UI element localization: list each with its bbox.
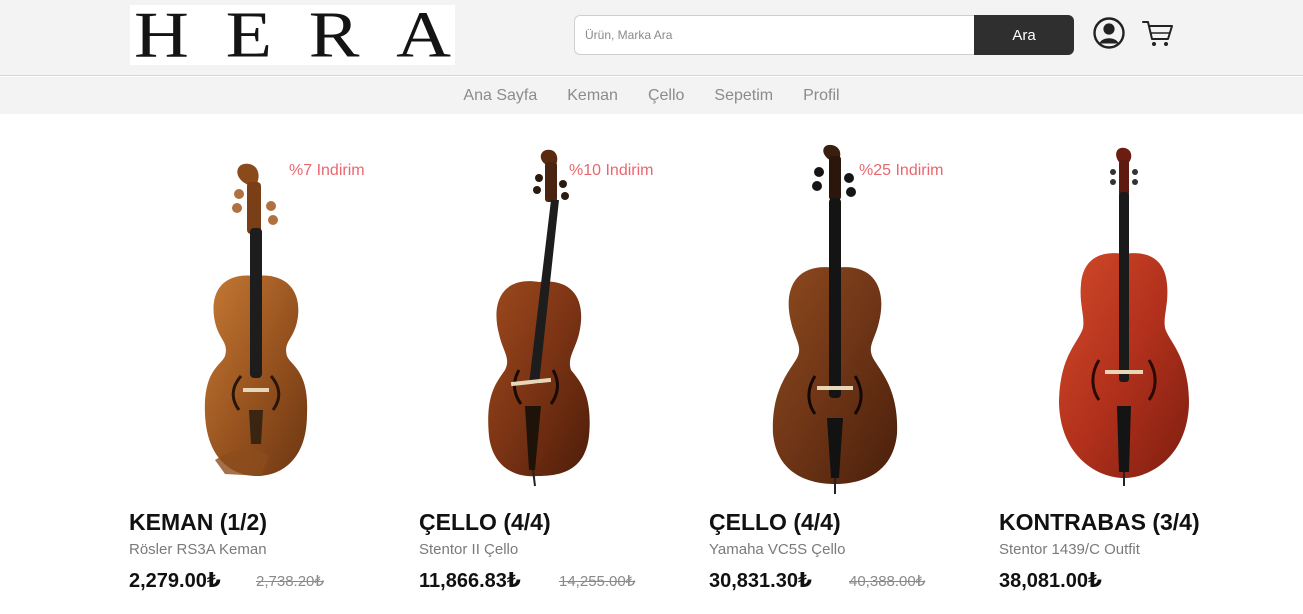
hera-logo[interactable]: H E R A <box>130 0 455 72</box>
product-title[interactable]: ÇELLO (4/4) <box>709 509 841 536</box>
header-bar: H E R A Ara <box>0 0 1303 76</box>
product-subtitle: Stentor II Çello <box>419 541 519 558</box>
nav-link-profile[interactable]: Profil <box>803 87 839 105</box>
product-subtitle: Rösler RS3A Keman <box>129 541 267 558</box>
nav-link-home[interactable]: Ana Sayfa <box>463 87 537 105</box>
cart-icon[interactable] <box>1141 16 1175 50</box>
product-subtitle: Yamaha VC5S Çello <box>709 541 846 558</box>
cello-image[interactable] <box>419 144 679 494</box>
discount-badge: %25 Indirim <box>859 162 944 179</box>
logo-letter: E <box>225 0 273 72</box>
nav-link-keman[interactable]: Keman <box>567 87 618 105</box>
search-input[interactable] <box>574 15 974 55</box>
search-bar: Ara <box>574 15 1074 55</box>
product-grid: %7 Indirim KEMAN (1/2) Rösler RS3A Keman… <box>0 114 1303 614</box>
logo-letter: R <box>308 0 360 72</box>
product-title[interactable]: ÇELLO (4/4) <box>419 509 551 536</box>
product-price: 30,831.30₺ <box>709 570 812 592</box>
double-bass-image[interactable] <box>999 144 1259 494</box>
product-card[interactable]: %10 Indirim ÇELLO (4/4) Stentor II Çello… <box>419 144 679 604</box>
logo-letter: H <box>134 0 189 72</box>
product-card[interactable]: KONTRABAS (3/4) Stentor 1439/C Outfit 38… <box>999 144 1259 604</box>
nav-link-cart[interactable]: Sepetim <box>714 87 773 105</box>
product-card[interactable]: %25 Indirim ÇELLO (4/4) Yamaha VC5S Çell… <box>709 144 969 604</box>
product-price: 2,279.00₺ <box>129 570 221 592</box>
user-icon[interactable] <box>1092 16 1126 50</box>
product-card[interactable]: %7 Indirim KEMAN (1/2) Rösler RS3A Keman… <box>129 144 389 604</box>
discount-badge: %10 Indirim <box>569 162 654 179</box>
product-subtitle: Stentor 1439/C Outfit <box>999 541 1140 558</box>
discount-badge: %7 Indirim <box>289 162 365 179</box>
product-price: 11,866.83₺ <box>419 570 521 592</box>
search-button[interactable]: Ara <box>974 15 1074 55</box>
product-title[interactable]: KONTRABAS (3/4) <box>999 509 1200 536</box>
product-title[interactable]: KEMAN (1/2) <box>129 509 267 536</box>
main-nav: Ana Sayfa Keman Çello Sepetim Profil <box>0 77 1303 114</box>
old-price: 40,388.00₺ <box>849 573 926 590</box>
violin-image[interactable] <box>129 144 389 494</box>
logo-letter: A <box>396 0 451 72</box>
cello-image[interactable] <box>709 144 969 494</box>
old-price: 14,255.00₺ <box>559 573 636 590</box>
old-price: 2,738.20₺ <box>256 573 324 590</box>
nav-link-cello[interactable]: Çello <box>648 87 684 105</box>
product-price: 38,081.00₺ <box>999 570 1102 592</box>
